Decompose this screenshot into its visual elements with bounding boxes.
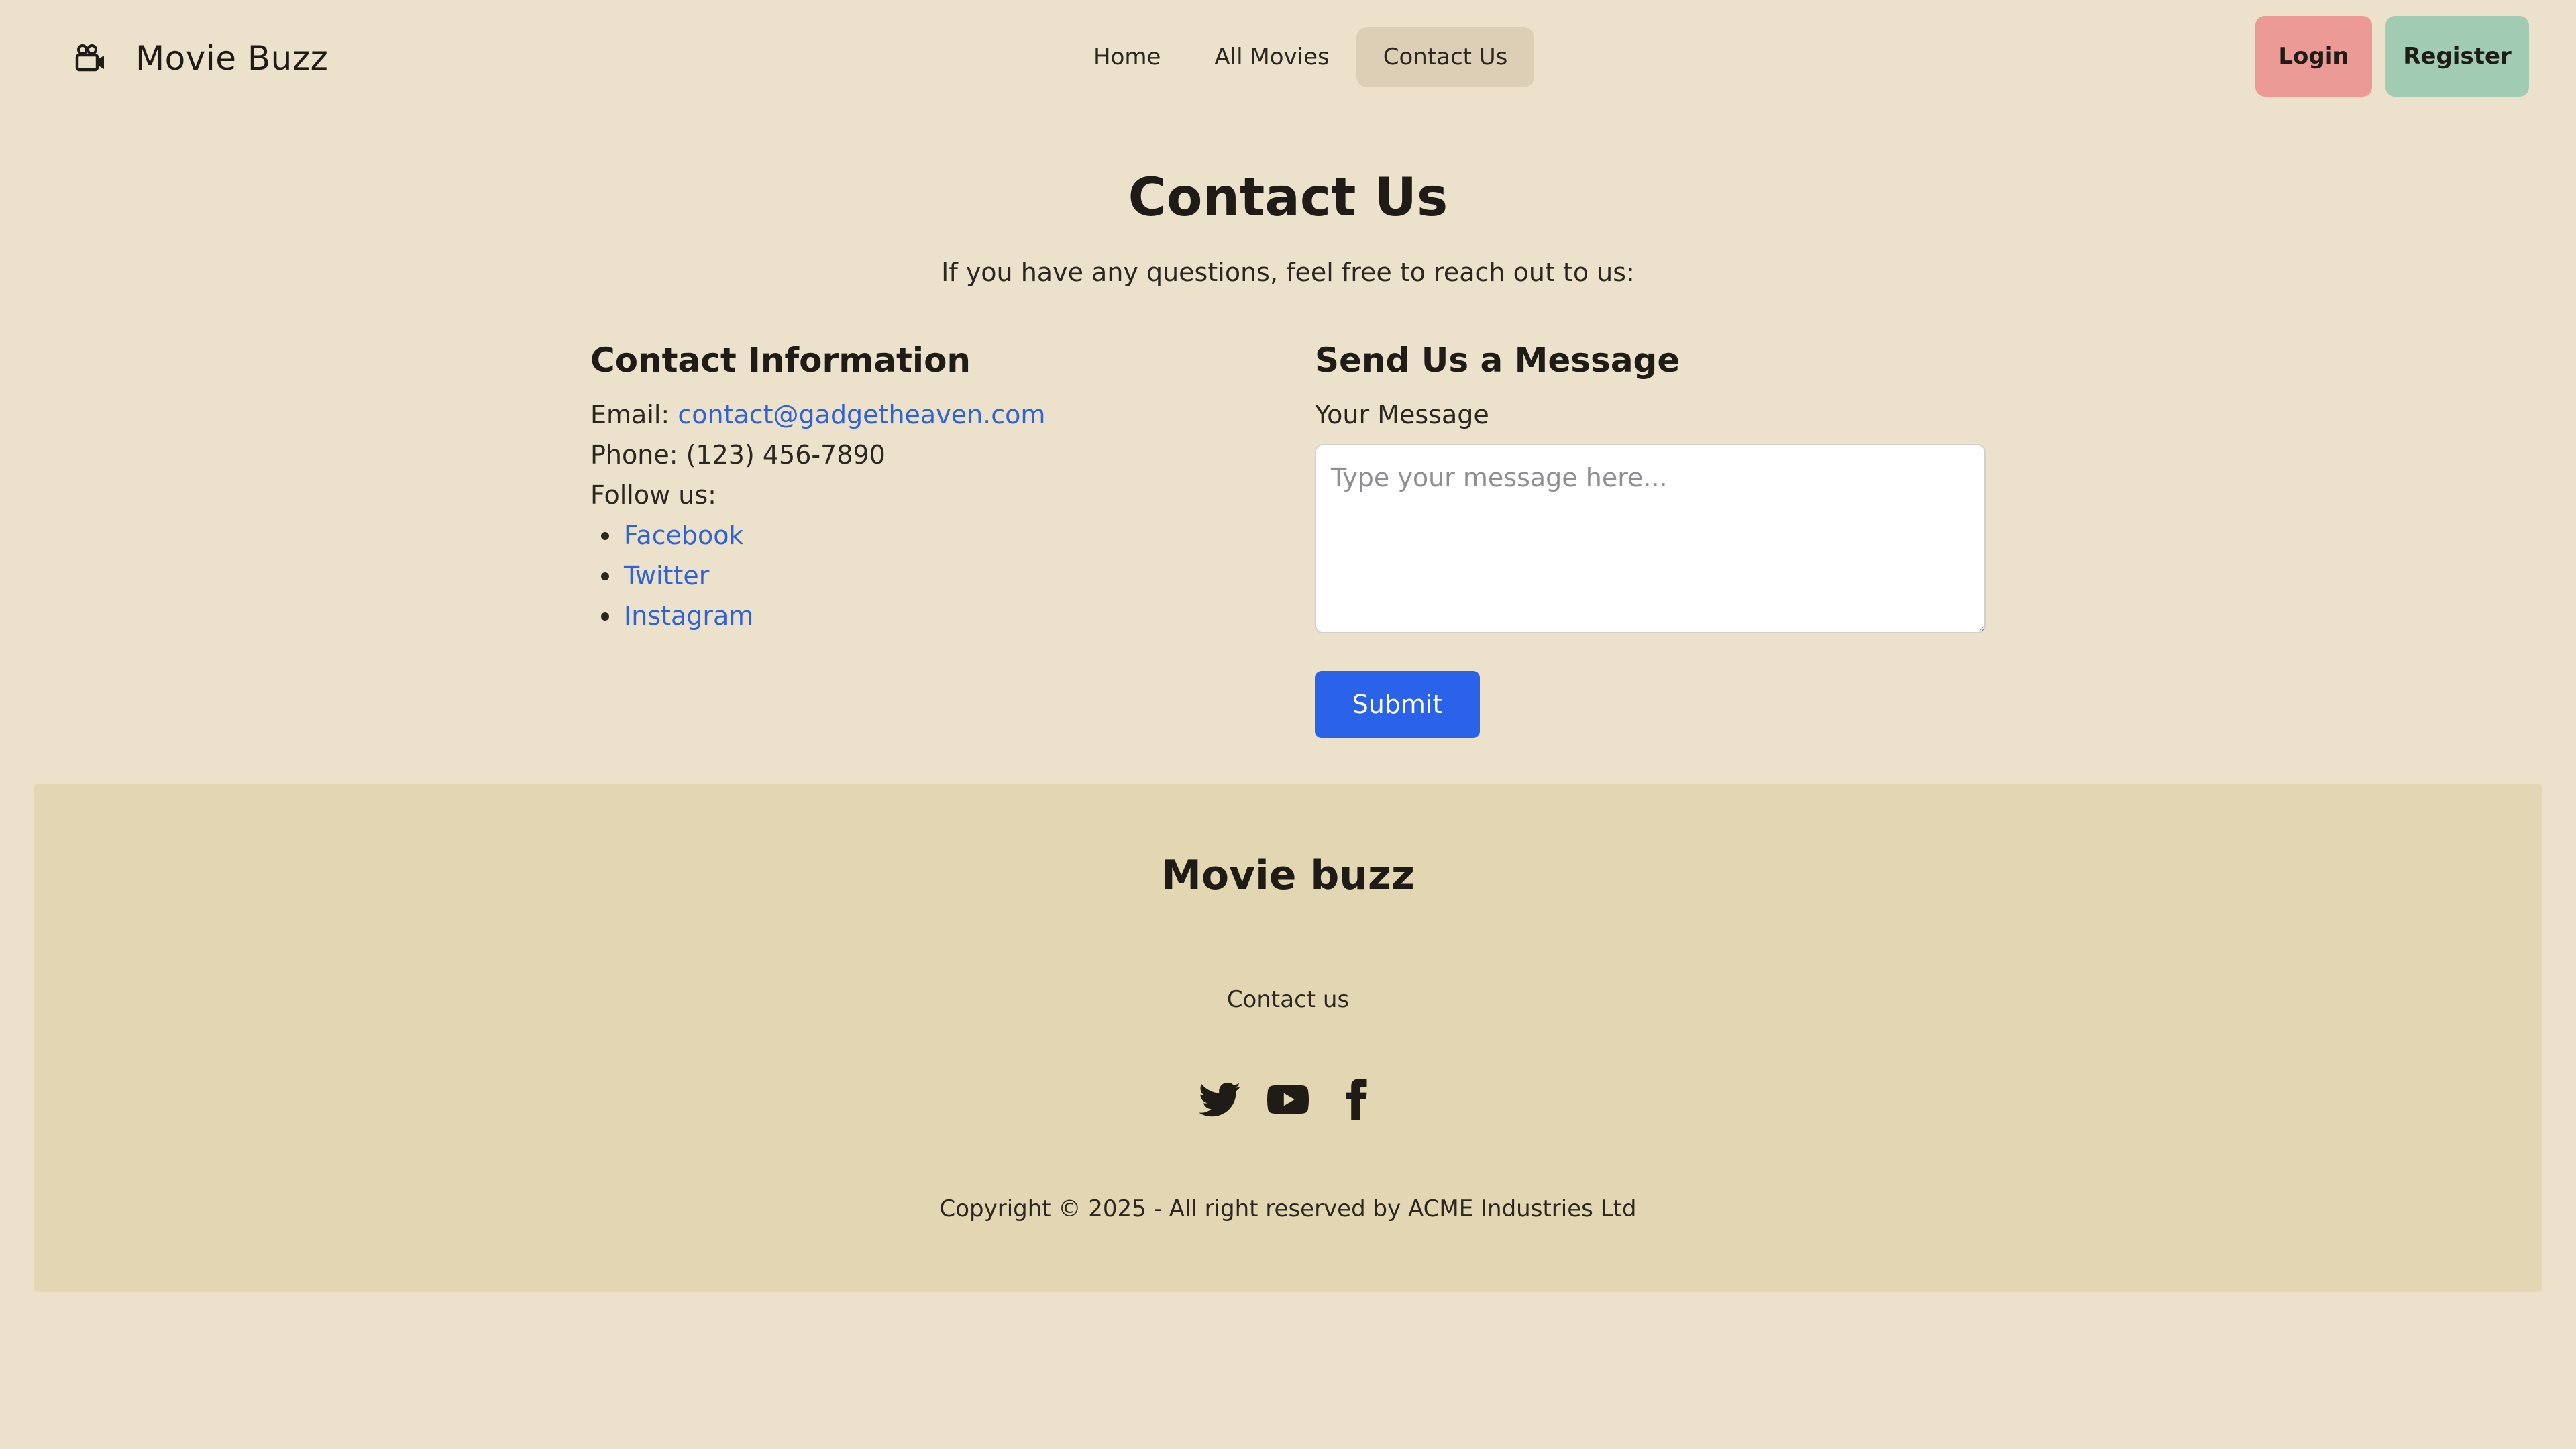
twitter-icon[interactable] [1199,1079,1240,1120]
message-label: Your Message [1315,400,1489,429]
page-title: Contact Us [1128,168,1448,228]
auth-buttons: Login Register [2255,16,2529,97]
brand-name: Movie Buzz [136,39,329,78]
facebook-link[interactable]: Facebook [624,521,744,550]
facebook-icon[interactable] [1336,1079,1377,1120]
submit-button[interactable]: Submit [1315,671,1480,738]
email-line: Email: contact@gadgetheaven.com [590,394,1261,435]
brand[interactable]: Movie Buzz [74,35,328,82]
instagram-link[interactable]: Instagram [624,601,753,631]
message-form: Send Us a Message Your Message Submit [1315,335,1986,738]
footer-contact-link[interactable]: Contact us [34,986,2542,1013]
youtube-icon[interactable] [1267,1079,1309,1120]
follow-label: Follow us: [590,480,716,510]
message-form-heading: Send Us a Message [1315,341,1680,380]
list-item: Instagram [590,596,1261,636]
copyright: Copyright © 2025 - All right reserved by… [939,1195,1637,1222]
login-button[interactable]: Login [2255,16,2372,97]
phone-line: Phone: (123) 456-7890 [590,440,885,470]
email-label: Email: [590,400,670,429]
footer-social-icons [34,1079,2542,1120]
message-textarea[interactable] [1315,444,1986,633]
nav-contact-us[interactable]: Contact Us [1356,27,1535,87]
camera-icon [75,44,104,72]
list-item: Twitter [590,555,1261,596]
email-link[interactable]: contact@gadgetheaven.com [678,400,1045,429]
nav-home[interactable]: Home [1067,27,1187,87]
footer: Movie buzz Contact us Copyright © 2025 -… [34,784,2542,1292]
contact-information: Contact Information Email: contact@gadge… [590,335,1261,636]
main-nav: Home All Movies Contact Us [1067,27,1535,87]
twitter-link[interactable]: Twitter [624,561,709,590]
list-item: Facebook [590,515,1261,555]
navbar: Movie Buzz Home All Movies Contact Us Lo… [0,0,2576,117]
footer-title: Movie buzz [1161,852,1415,899]
social-links-list: Facebook Twitter Instagram [590,515,1261,636]
contact-info-heading: Contact Information [590,341,971,380]
register-button[interactable]: Register [2385,16,2529,97]
page-subtitle: If you have any questions, feel free to … [941,258,1635,287]
nav-all-movies[interactable]: All Movies [1187,27,1356,87]
